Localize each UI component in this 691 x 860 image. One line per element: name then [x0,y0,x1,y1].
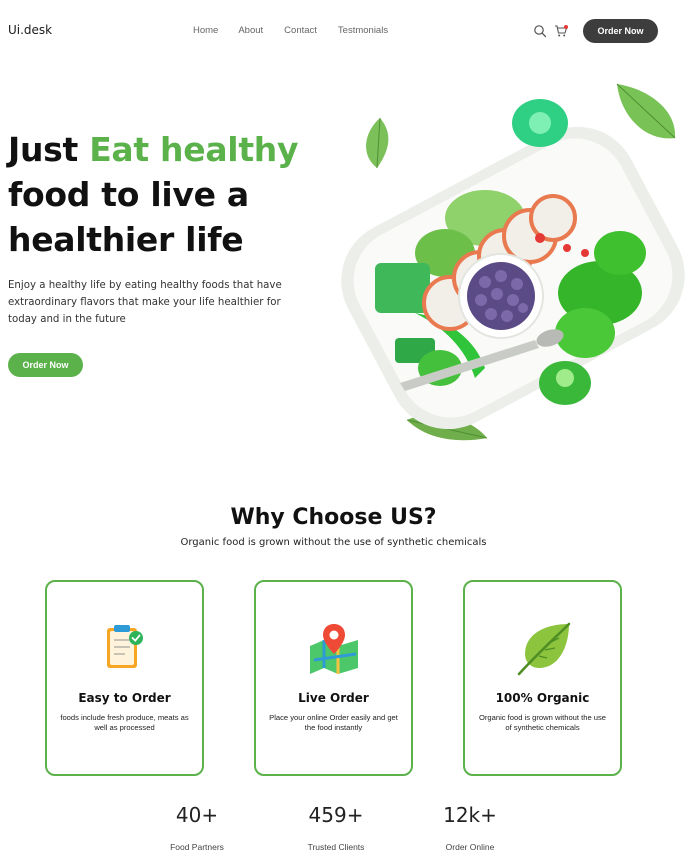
card-title: Easy to Order [78,691,171,705]
stat-value-food-partners: 40+ [175,803,219,827]
card-title: Live Order [298,691,369,705]
clipboard-check-icon [106,625,143,668]
logo[interactable]: Ui.desk [8,23,52,37]
nav-order-now-button[interactable]: Order Now [583,19,658,43]
nav-link-about[interactable]: About [238,25,263,36]
hero-title: Just Eat healthy food to live a healthie… [8,127,299,262]
stat-value-order-online: 12k+ [443,803,497,827]
feature-card-organic[interactable]: 100% Organic Organic food is grown witho… [463,580,622,776]
hero-title-line2: food to live a [8,175,249,214]
card-text: Organic food is grown without the use of… [478,713,607,732]
leaf-icon [616,83,676,139]
map-pin-icon [309,624,358,674]
cart-badge-dot [564,25,568,29]
section-subtitle: Organic food is grown without the use of… [180,537,487,548]
stat-value-trusted-clients: 459+ [308,803,364,827]
stat-label-order-online: Order Online [445,842,495,852]
hero-title-highlight: Eat healthy [89,130,299,169]
hero-description: Enjoy a healthy life by eating healthy f… [8,280,282,325]
hero-food-plate-image [341,83,685,441]
nav-link-home[interactable]: Home [193,25,218,36]
card-text: foods include fresh produce, meats as we… [60,713,189,732]
leaf-icon [366,117,389,169]
nav-menu: Home About Contact Testmonials [193,25,388,36]
section-title: Why Choose US? [230,505,437,530]
top-nav: Ui.desk Home About Contact Testmonials O… [0,0,691,62]
search-icon[interactable] [533,24,547,38]
hero-title-part1: Just [8,130,90,169]
hero-title-line3: healthier life [8,220,244,259]
leaf-icon [517,622,570,676]
nav-link-testimonials[interactable]: Testmonials [338,25,388,36]
nav-link-contact[interactable]: Contact [284,25,317,36]
hero-order-now-button[interactable]: Order Now [8,353,83,377]
feature-card-easy-order[interactable]: Easy to Order foods include fresh produc… [45,580,204,776]
card-title: 100% Organic [495,691,590,705]
stat-label-food-partners: Food Partners [170,842,224,852]
feature-card-live-order[interactable]: Live Order Place your online Order easil… [254,580,413,776]
card-text: Place your online Order easily and get t… [269,713,398,732]
stat-label-trusted-clients: Trusted Clients [307,842,365,852]
